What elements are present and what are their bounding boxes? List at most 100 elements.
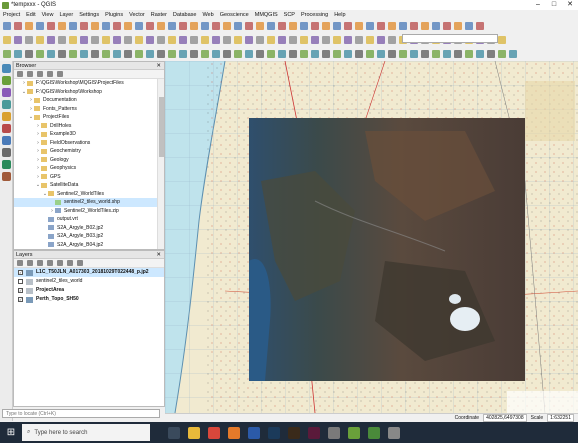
add-selected-icon[interactable]: [17, 71, 23, 77]
menu-database[interactable]: Database: [173, 12, 197, 18]
maximize-button[interactable]: □: [546, 0, 562, 10]
indesign-app-icon[interactable]: [308, 426, 320, 439]
toolbar-tool-icon[interactable]: [146, 22, 154, 30]
qgis-app-icon[interactable]: [348, 426, 360, 439]
toolbar-tool-icon[interactable]: [399, 22, 407, 30]
toolbar-tool-icon[interactable]: [443, 22, 451, 30]
toolbar-tool-icon[interactable]: [454, 22, 462, 30]
toolbar-tool-icon[interactable]: [102, 22, 110, 30]
toolbar-tool-icon[interactable]: [234, 36, 242, 44]
toolbar-tool-icon[interactable]: [14, 22, 22, 30]
toolbar-tool-icon[interactable]: [168, 22, 176, 30]
browser-item[interactable]: › Fonts_Patterns: [14, 105, 164, 114]
toolbar-tool-icon[interactable]: [388, 50, 396, 58]
add-group-icon[interactable]: [27, 260, 33, 266]
toolbar-tool-icon[interactable]: [377, 22, 385, 30]
toolbar-tool-icon[interactable]: [300, 36, 308, 44]
menu-geoscience[interactable]: Geoscience: [220, 12, 249, 18]
illustrator-app-icon[interactable]: [288, 426, 300, 439]
toolbar-tool-icon[interactable]: [476, 50, 484, 58]
firefox-app-icon[interactable]: [228, 426, 240, 439]
toolbar-tool-icon[interactable]: [256, 36, 264, 44]
toolbar-tool-icon[interactable]: [223, 22, 231, 30]
scale-field[interactable]: 1:632251: [547, 414, 574, 422]
app-icon[interactable]: [328, 426, 340, 439]
taskbar-search[interactable]: ⌕ Type here to search: [22, 424, 150, 441]
menu-layer[interactable]: Layer: [59, 12, 73, 18]
toolbar-tool-icon[interactable]: [36, 22, 44, 30]
browser-item[interactable]: ⌄ Sentinel2_WorldTiles: [14, 190, 164, 199]
refresh-icon[interactable]: [27, 71, 33, 77]
toolbar-tool-icon[interactable]: [267, 50, 275, 58]
toolbar-tool-icon[interactable]: [509, 50, 517, 58]
toolbar-tool-icon[interactable]: [157, 36, 165, 44]
toolbar-tool-icon[interactable]: [69, 22, 77, 30]
coordinate-field[interactable]: 402825,6497308: [483, 414, 527, 422]
menu-view[interactable]: View: [42, 12, 54, 18]
toolbar-tool-icon[interactable]: [201, 36, 209, 44]
toolbar-tool-icon[interactable]: [333, 50, 341, 58]
toolbar-tool-icon[interactable]: [300, 22, 308, 30]
toolbar-tool-icon[interactable]: [498, 36, 506, 44]
toolbar-tool-icon[interactable]: [344, 36, 352, 44]
toolbar-tool-icon[interactable]: [80, 50, 88, 58]
layer-list[interactable]: ✓ L1C_T50JLN_A017303_20181029T022448_p.jp…: [14, 268, 164, 304]
close-panel-icon[interactable]: ✕: [156, 251, 161, 259]
toolbar-tool-icon[interactable]: [333, 22, 341, 30]
toolbar-tool-icon[interactable]: [432, 22, 440, 30]
toolbar-tool-icon[interactable]: [311, 36, 319, 44]
toolbar-tool-icon[interactable]: [465, 22, 473, 30]
tool-icon[interactable]: [2, 64, 11, 73]
toolbar-tool-icon[interactable]: [201, 22, 209, 30]
toolbar-tool-icon[interactable]: [278, 22, 286, 30]
tool-icon[interactable]: [2, 76, 11, 85]
toolbar-tool-icon[interactable]: [399, 50, 407, 58]
toolbar-tool-icon[interactable]: [113, 22, 121, 30]
browser-item[interactable]: output.vrt: [14, 215, 164, 224]
eye-icon[interactable]: [37, 260, 43, 266]
toolbar-tool-icon[interactable]: [91, 50, 99, 58]
toolbar-tool-icon[interactable]: [190, 22, 198, 30]
photoshop-app-icon[interactable]: [268, 426, 280, 439]
filter-icon[interactable]: [37, 71, 43, 77]
menu-help[interactable]: Help: [334, 12, 345, 18]
menu-web[interactable]: Web: [202, 12, 213, 18]
toolbar-tool-icon[interactable]: [289, 22, 297, 30]
menu-project[interactable]: Project: [3, 12, 20, 18]
toolbar-tool-icon[interactable]: [102, 50, 110, 58]
toolbar-tool-icon[interactable]: [366, 50, 374, 58]
toolbar-tool-icon[interactable]: [102, 36, 110, 44]
layer-visibility-checkbox[interactable]: ✓: [18, 297, 23, 302]
toolbar-tool-icon[interactable]: [212, 50, 220, 58]
style-icon[interactable]: [17, 260, 23, 266]
browser-item[interactable]: › Example3D: [14, 130, 164, 139]
toolbar-tool-icon[interactable]: [212, 36, 220, 44]
toolbar-tool-icon[interactable]: [454, 50, 462, 58]
browser-item[interactable]: › Geophysics: [14, 164, 164, 173]
browser-item[interactable]: ⌄ SatelliteData: [14, 181, 164, 190]
locator-input[interactable]: [2, 409, 160, 418]
toolbar-tool-icon[interactable]: [146, 50, 154, 58]
toolbar-search-input[interactable]: [402, 34, 498, 43]
menu-vector[interactable]: Vector: [129, 12, 145, 18]
browser-item[interactable]: › GPS: [14, 173, 164, 182]
toolbar-tool-icon[interactable]: [311, 50, 319, 58]
toolbar-tool-icon[interactable]: [267, 22, 275, 30]
toolbar-tool-icon[interactable]: [146, 36, 154, 44]
toolbar-tool-icon[interactable]: [69, 36, 77, 44]
toolbar-tool-icon[interactable]: [168, 36, 176, 44]
toolbar-tool-icon[interactable]: [124, 22, 132, 30]
tool-icon[interactable]: [2, 112, 11, 121]
toolbar-tool-icon[interactable]: [267, 36, 275, 44]
toolbar-tool-icon[interactable]: [80, 36, 88, 44]
start-button[interactable]: ⊞: [0, 422, 22, 443]
toolbar-tool-icon[interactable]: [179, 36, 187, 44]
toolbar-tool-icon[interactable]: [157, 22, 165, 30]
toolbar-tool-icon[interactable]: [212, 22, 220, 30]
map-canvas[interactable]: [165, 61, 578, 413]
layer-row[interactable]: ✓ Perth_Topo_SH50: [14, 295, 164, 304]
toolbar-tool-icon[interactable]: [388, 22, 396, 30]
toolbar-tool-icon[interactable]: [14, 36, 22, 44]
toolbar-tool-icon[interactable]: [355, 50, 363, 58]
toolbar-tool-icon[interactable]: [113, 50, 121, 58]
